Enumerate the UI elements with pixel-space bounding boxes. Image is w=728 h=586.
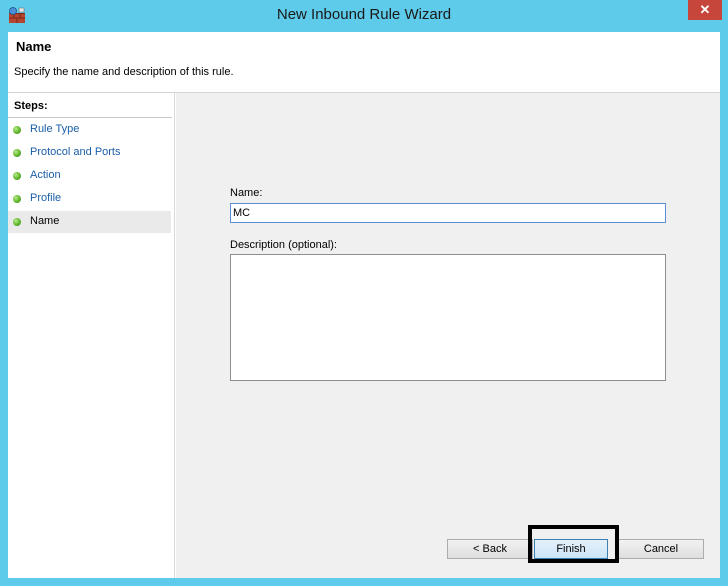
step-complete-icon: [13, 149, 21, 157]
page-title: Name: [16, 39, 52, 54]
step-label: Protocol and Ports: [30, 146, 121, 158]
step-profile[interactable]: Profile: [8, 188, 171, 210]
step-label: Action: [30, 169, 61, 181]
name-label: Name:: [230, 187, 263, 199]
steps-divider: [8, 117, 172, 118]
content-panel: Name: Description (optional): < Back Fin…: [176, 93, 720, 578]
step-protocol-and-ports[interactable]: Protocol and Ports: [8, 142, 171, 164]
step-complete-icon: [13, 195, 21, 203]
steps-panel: Steps: Rule Type Protocol and Ports Acti…: [8, 93, 175, 578]
close-button[interactable]: ✕: [688, 0, 722, 20]
page-header: Name Specify the name and description of…: [8, 32, 720, 93]
cancel-button[interactable]: Cancel: [618, 539, 704, 559]
steps-heading: Steps:: [14, 100, 48, 112]
name-input[interactable]: [230, 203, 666, 223]
description-label: Description (optional):: [230, 239, 337, 251]
step-label: Name: [30, 215, 60, 227]
description-input[interactable]: [230, 254, 666, 381]
window-title: New Inbound Rule Wizard: [276, 6, 452, 23]
close-icon: ✕: [699, 2, 711, 17]
step-rule-type[interactable]: Rule Type: [8, 119, 171, 141]
step-label: Profile: [30, 192, 62, 204]
back-button[interactable]: < Back: [447, 539, 533, 559]
wizard-client-area: Name Specify the name and description of…: [8, 32, 720, 578]
step-name[interactable]: Name: [8, 211, 171, 233]
finish-button[interactable]: Finish: [534, 539, 608, 559]
wizard-window: New Inbound Rule Wizard ✕ Name Specify t…: [0, 0, 728, 586]
page-description: Specify the name and description of this…: [14, 66, 234, 78]
step-current-icon: [13, 218, 21, 226]
step-action[interactable]: Action: [8, 165, 171, 187]
title-bar[interactable]: New Inbound Rule Wizard ✕: [0, 0, 728, 32]
step-label: Rule Type: [30, 123, 80, 135]
step-complete-icon: [13, 126, 21, 134]
step-complete-icon: [13, 172, 21, 180]
